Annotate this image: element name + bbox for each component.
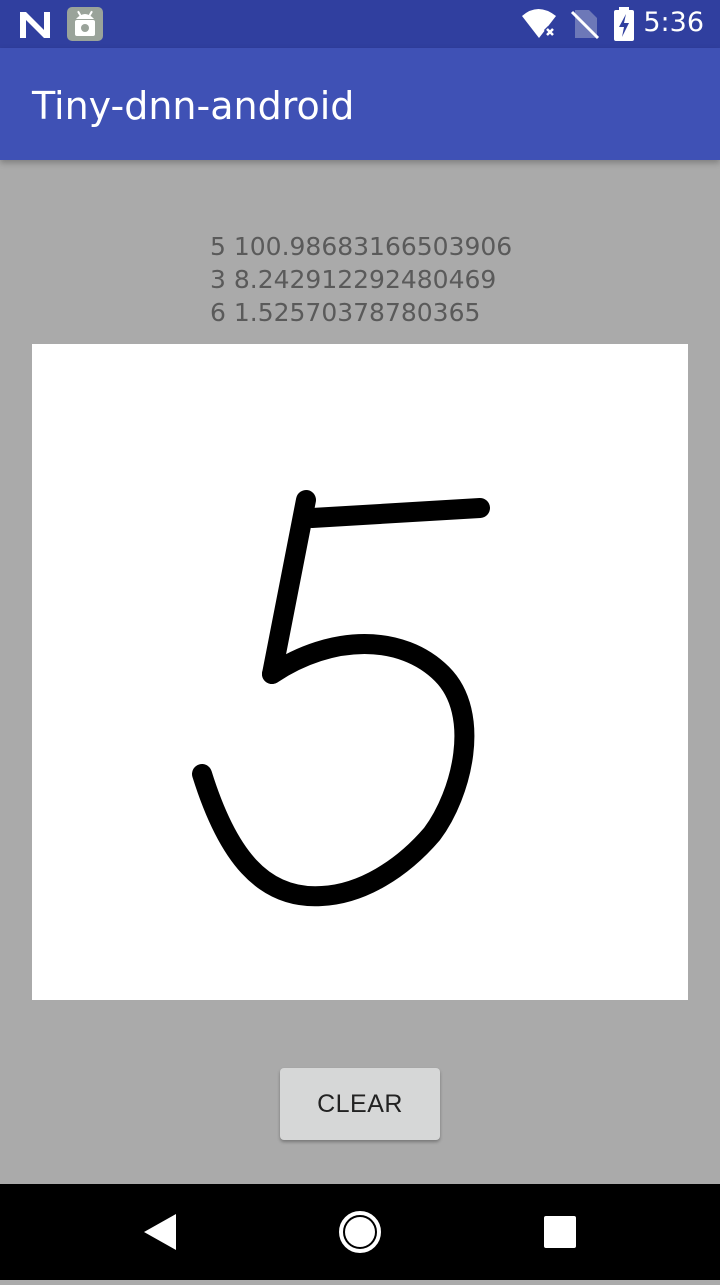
drawing-canvas[interactable]	[32, 344, 688, 1000]
prediction-results: 5 100.98683166503906 3 8.242912292480469…	[210, 230, 512, 329]
result-line: 5 100.98683166503906	[210, 232, 513, 261]
home-button[interactable]	[300, 1184, 420, 1280]
clear-button[interactable]: CLEAR	[280, 1068, 440, 1140]
back-button[interactable]	[100, 1184, 220, 1280]
app-bar: Tiny-dnn-android	[0, 48, 720, 160]
status-bar: 5:36	[0, 0, 720, 48]
wifi-icon	[522, 9, 557, 39]
recents-button[interactable]	[500, 1184, 620, 1280]
handwritten-stroke	[192, 490, 490, 907]
android-debug-icon	[67, 7, 103, 41]
result-line: 6 1.52570378780365	[210, 298, 481, 327]
navigation-bar	[0, 1184, 720, 1280]
battery-charging-icon	[614, 7, 634, 41]
app-title: Tiny-dnn-android	[32, 84, 355, 128]
result-line: 3 8.242912292480469	[210, 265, 497, 294]
home-icon	[339, 1211, 381, 1253]
back-icon	[144, 1214, 176, 1250]
notification-n-icon	[20, 12, 50, 38]
no-sim-icon	[570, 10, 600, 40]
status-time: 5:36	[643, 7, 704, 38]
recents-icon	[544, 1216, 576, 1248]
